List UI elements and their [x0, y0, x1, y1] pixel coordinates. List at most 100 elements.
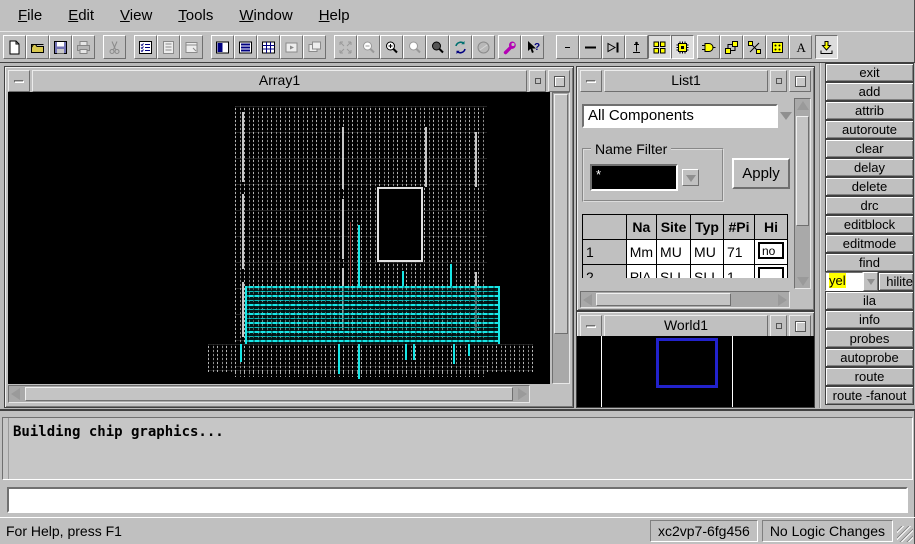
command-line-input[interactable] — [7, 487, 908, 513]
array-vscroll-thumb[interactable] — [554, 94, 568, 334]
menu-window[interactable]: Window — [227, 3, 304, 28]
world-maximize-button[interactable] — [789, 315, 811, 337]
col-hilite[interactable]: Hi — [754, 215, 787, 240]
menu-file[interactable]: File — [6, 3, 54, 28]
new-file-button[interactable] — [3, 35, 26, 59]
list-minimize-button[interactable] — [580, 70, 602, 92]
open-file-button[interactable] — [26, 35, 49, 59]
menu-tools[interactable]: Tools — [166, 3, 225, 28]
print-button[interactable] — [72, 35, 95, 59]
save-button[interactable] — [49, 35, 72, 59]
find-button[interactable]: find — [825, 253, 914, 272]
refresh-button[interactable] — [449, 35, 472, 59]
col-name[interactable]: Na — [626, 215, 656, 240]
array-restore-button[interactable] — [529, 70, 546, 92]
add-gate-button[interactable] — [697, 35, 720, 59]
chip-pins-button[interactable] — [766, 35, 789, 59]
zoom-in-button[interactable] — [380, 35, 403, 59]
add-button[interactable]: add — [825, 82, 914, 101]
ila-button[interactable]: ila — [825, 291, 914, 310]
menu-edit[interactable]: Edit — [56, 3, 106, 28]
editblock-button[interactable]: editblock — [825, 215, 914, 234]
pin-marker-button[interactable] — [625, 35, 648, 59]
array-maximize-button[interactable] — [548, 70, 570, 92]
name-filter-input[interactable]: * — [590, 164, 678, 191]
route-blocks-button[interactable] — [720, 35, 743, 59]
world-viewport-box[interactable] — [656, 338, 718, 388]
zoom-out-button[interactable] — [357, 35, 380, 59]
text-label-button[interactable]: A — [789, 35, 812, 59]
play-window-button[interactable] — [280, 35, 303, 59]
hilite-color-select[interactable]: yel — [825, 272, 863, 291]
horizontal-panes-button[interactable] — [234, 35, 257, 59]
table-row[interactable]: 1 Mm MU MU 71 no — [583, 240, 788, 265]
line-thick-button[interactable] — [579, 35, 602, 59]
menu-help[interactable]: Help — [307, 3, 362, 28]
array-hscroll-thumb[interactable] — [25, 387, 513, 401]
scroll-right-icon[interactable] — [778, 294, 787, 306]
menu-view[interactable]: View — [108, 3, 164, 28]
scroll-right-icon[interactable] — [518, 388, 527, 400]
attrib-button[interactable]: attrib — [825, 101, 914, 120]
probes-button[interactable]: probes — [825, 329, 914, 348]
grid-panes-button[interactable] — [257, 35, 280, 59]
cascade-windows-button[interactable] — [303, 35, 326, 59]
list-vertical-scrollbar[interactable] — [794, 98, 811, 289]
combo-arrow-icon[interactable] — [780, 112, 792, 126]
drc-button[interactable]: drc — [825, 196, 914, 215]
hilite-color-dropdown-button[interactable] — [863, 272, 878, 291]
unroute-cross-button[interactable] — [743, 35, 766, 59]
table-row[interactable]: 2 PlA SLI SLI 1 — [583, 265, 788, 279]
editmode-button[interactable]: editmode — [825, 234, 914, 253]
route-button[interactable]: route — [825, 367, 914, 386]
scroll-down-icon[interactable] — [797, 277, 809, 286]
delete-button[interactable]: delete — [825, 177, 914, 196]
console-output[interactable]: Building chip graphics... — [2, 417, 913, 480]
col-rownum[interactable] — [583, 215, 627, 240]
scroll-left-icon[interactable] — [11, 388, 20, 400]
array-minimize-button[interactable] — [8, 70, 30, 92]
help-mode-button[interactable]: ? — [521, 35, 544, 59]
col-pins[interactable]: #Pi — [724, 215, 755, 240]
list-properties-button[interactable] — [134, 35, 157, 59]
array-vertical-scrollbar[interactable] — [552, 92, 570, 384]
zoom-selection-button[interactable] — [403, 35, 426, 59]
zoom-full-button[interactable] — [426, 35, 449, 59]
resize-grip[interactable] — [897, 526, 913, 542]
col-type[interactable]: Typ — [691, 215, 724, 240]
hilite-cell-combo[interactable] — [758, 267, 784, 278]
download-design-button[interactable] — [815, 35, 838, 59]
tools-wrench-button[interactable] — [498, 35, 521, 59]
chip-toggle-button[interactable] — [671, 35, 694, 59]
scroll-up-icon[interactable] — [797, 101, 809, 110]
list-restore-button[interactable] — [770, 70, 787, 92]
line-thin-button[interactable] — [556, 35, 579, 59]
list-hscroll-thumb[interactable] — [596, 293, 731, 306]
cut-button[interactable] — [103, 35, 126, 59]
exit-button[interactable]: exit — [825, 63, 914, 82]
clear-button[interactable]: clear — [825, 139, 914, 158]
world-restore-button[interactable] — [770, 315, 787, 337]
hilite-cell-combo[interactable]: no — [758, 242, 784, 259]
list-vscroll-thumb[interactable] — [796, 116, 809, 226]
delay-button[interactable]: delay — [825, 158, 914, 177]
component-type-select[interactable]: All Components — [582, 104, 778, 128]
probe-gate-button[interactable] — [602, 35, 625, 59]
route-fanout-button[interactable]: route -fanout — [825, 386, 914, 405]
zoom-fit-button[interactable] — [334, 35, 357, 59]
array-titlebar[interactable]: Array1 — [8, 70, 570, 92]
name-filter-dropdown-button[interactable] — [682, 169, 699, 186]
world-overview-canvas[interactable] — [577, 336, 814, 407]
list-maximize-button[interactable] — [789, 70, 811, 92]
array-horizontal-scrollbar[interactable] — [8, 385, 530, 403]
info-button[interactable]: info — [825, 310, 914, 329]
new-window-button[interactable] — [180, 35, 203, 59]
apply-button[interactable]: Apply — [732, 158, 790, 189]
hilite-button[interactable]: hilite — [878, 272, 914, 291]
world-minimize-button[interactable] — [580, 315, 602, 337]
chip-array-canvas[interactable] — [8, 92, 550, 384]
scroll-left-icon[interactable] — [583, 294, 592, 306]
autoroute-button[interactable]: autoroute — [825, 120, 914, 139]
pan-button[interactable] — [472, 35, 495, 59]
list-horizontal-scrollbar[interactable] — [580, 291, 790, 308]
